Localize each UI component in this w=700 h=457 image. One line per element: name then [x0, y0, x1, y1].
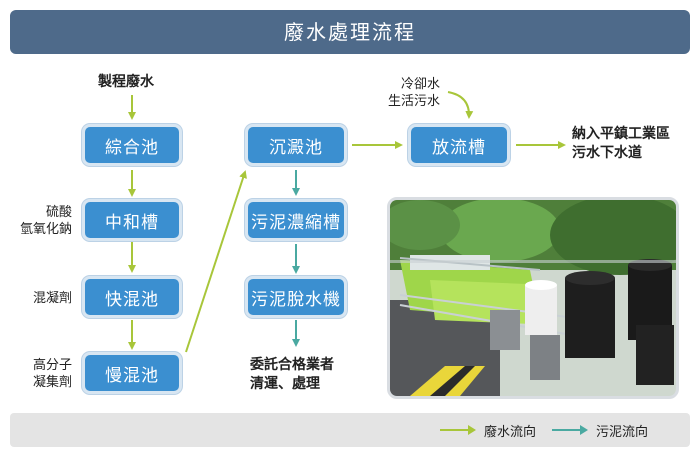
side-inputs: 冷卻水 生活污水	[372, 76, 440, 110]
legend-sludge-label: 污泥流向	[596, 424, 649, 440]
legend-sludge: 污泥流向	[550, 413, 648, 447]
discharge-line-1: 納入平鎮工業區	[572, 126, 670, 142]
legend-wastewater-label: 廢水流向	[484, 424, 537, 440]
box-chendian: 沉澱池	[245, 124, 347, 166]
chemical-zhonghe: 硫酸 氫氧化鈉	[2, 204, 72, 238]
discharge-label: 納入平鎮工業區 污水下水道	[572, 125, 670, 163]
chemical-sulfuric-acid: 硫酸	[45, 205, 72, 220]
box-kuaihun: 快混池	[82, 276, 182, 318]
sludge-out-line-2: 清運、處理	[250, 376, 320, 392]
chemical-manhun: 高分子 凝集劑	[2, 357, 72, 391]
box-tuoshui: 污泥脫水機	[245, 276, 347, 318]
legend-sludge-arrow-icon	[552, 425, 588, 435]
sludge-out-line-1: 委託合格業者	[250, 357, 334, 373]
legend-wastewater: 廢水流向	[438, 413, 536, 447]
plant-photo	[387, 197, 679, 399]
source-label: 製程廢水	[98, 74, 154, 90]
box-zonghe: 綜合池	[82, 124, 182, 166]
box-manhun: 慢混池	[82, 352, 182, 394]
side-input-domestic-sewage: 生活污水	[387, 94, 440, 109]
box-zhonghe: 中和槽	[82, 199, 182, 241]
discharge-line-2: 污水下水道	[572, 145, 642, 161]
arrow-side-input	[447, 91, 474, 119]
legend-bar: 廢水流向 污泥流向	[10, 413, 690, 447]
arrow-manhun-to-chendian	[185, 170, 247, 353]
box-fangliu: 放流槽	[408, 124, 510, 166]
chemical-flocculant: 凝集劑	[32, 375, 72, 390]
side-input-cooling-water: 冷卻水	[400, 77, 440, 92]
plant-photo-image	[390, 200, 676, 396]
chemical-coagulant: 混凝劑	[32, 291, 72, 306]
chemical-polymer: 高分子	[32, 358, 72, 373]
box-nongsuo: 污泥濃縮槽	[245, 199, 347, 241]
chemical-kuaihun: 混凝劑	[2, 290, 72, 307]
chemical-sodium-hydroxide: 氫氧化鈉	[19, 222, 72, 237]
legend-wastewater-arrow-icon	[440, 425, 476, 435]
sludge-out-label: 委託合格業者 清運、處理	[250, 356, 334, 394]
